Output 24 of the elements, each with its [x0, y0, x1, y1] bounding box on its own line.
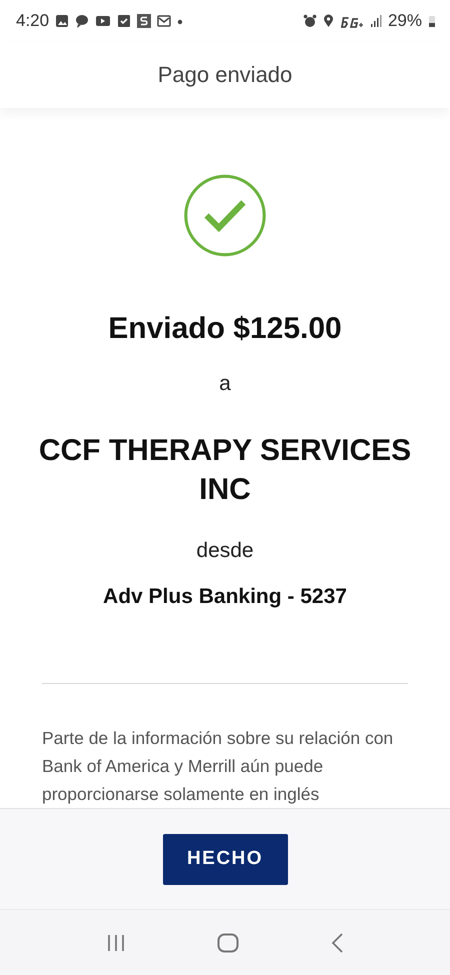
recipient-name: CCF THERAPY SERVICES INC [38, 433, 412, 508]
recent-apps-icon[interactable] [106, 934, 126, 952]
location-icon [322, 14, 334, 28]
battery-percentage: 29% [388, 11, 422, 31]
play-icon [95, 14, 112, 28]
mail-icon [157, 14, 172, 28]
s-app-icon [137, 14, 152, 28]
status-time: 4:20 [16, 11, 50, 31]
checkbox-icon [117, 14, 132, 28]
page-title: Pago enviado [158, 62, 292, 88]
signal-icon [370, 14, 382, 28]
amount-sent: Enviado $125.00 [107, 311, 343, 347]
back-icon[interactable] [330, 932, 344, 952]
done-button[interactable]: HECHO [162, 834, 288, 884]
from-label: desde [196, 539, 254, 563]
network-5g-icon [340, 14, 364, 28]
account-name: Adv Plus Banking - 5237 [103, 585, 347, 609]
chat-bubble-icon [75, 14, 90, 28]
to-label: a [219, 372, 231, 396]
alarm-icon [302, 14, 317, 28]
image-icon [55, 14, 70, 28]
battery-icon [428, 14, 436, 28]
notice-text: Parte de la información sobre su relación con Bank of America y Merrill aún puede proporcionarse solamente en inglés [42, 727, 394, 806]
home-icon[interactable] [216, 932, 239, 952]
